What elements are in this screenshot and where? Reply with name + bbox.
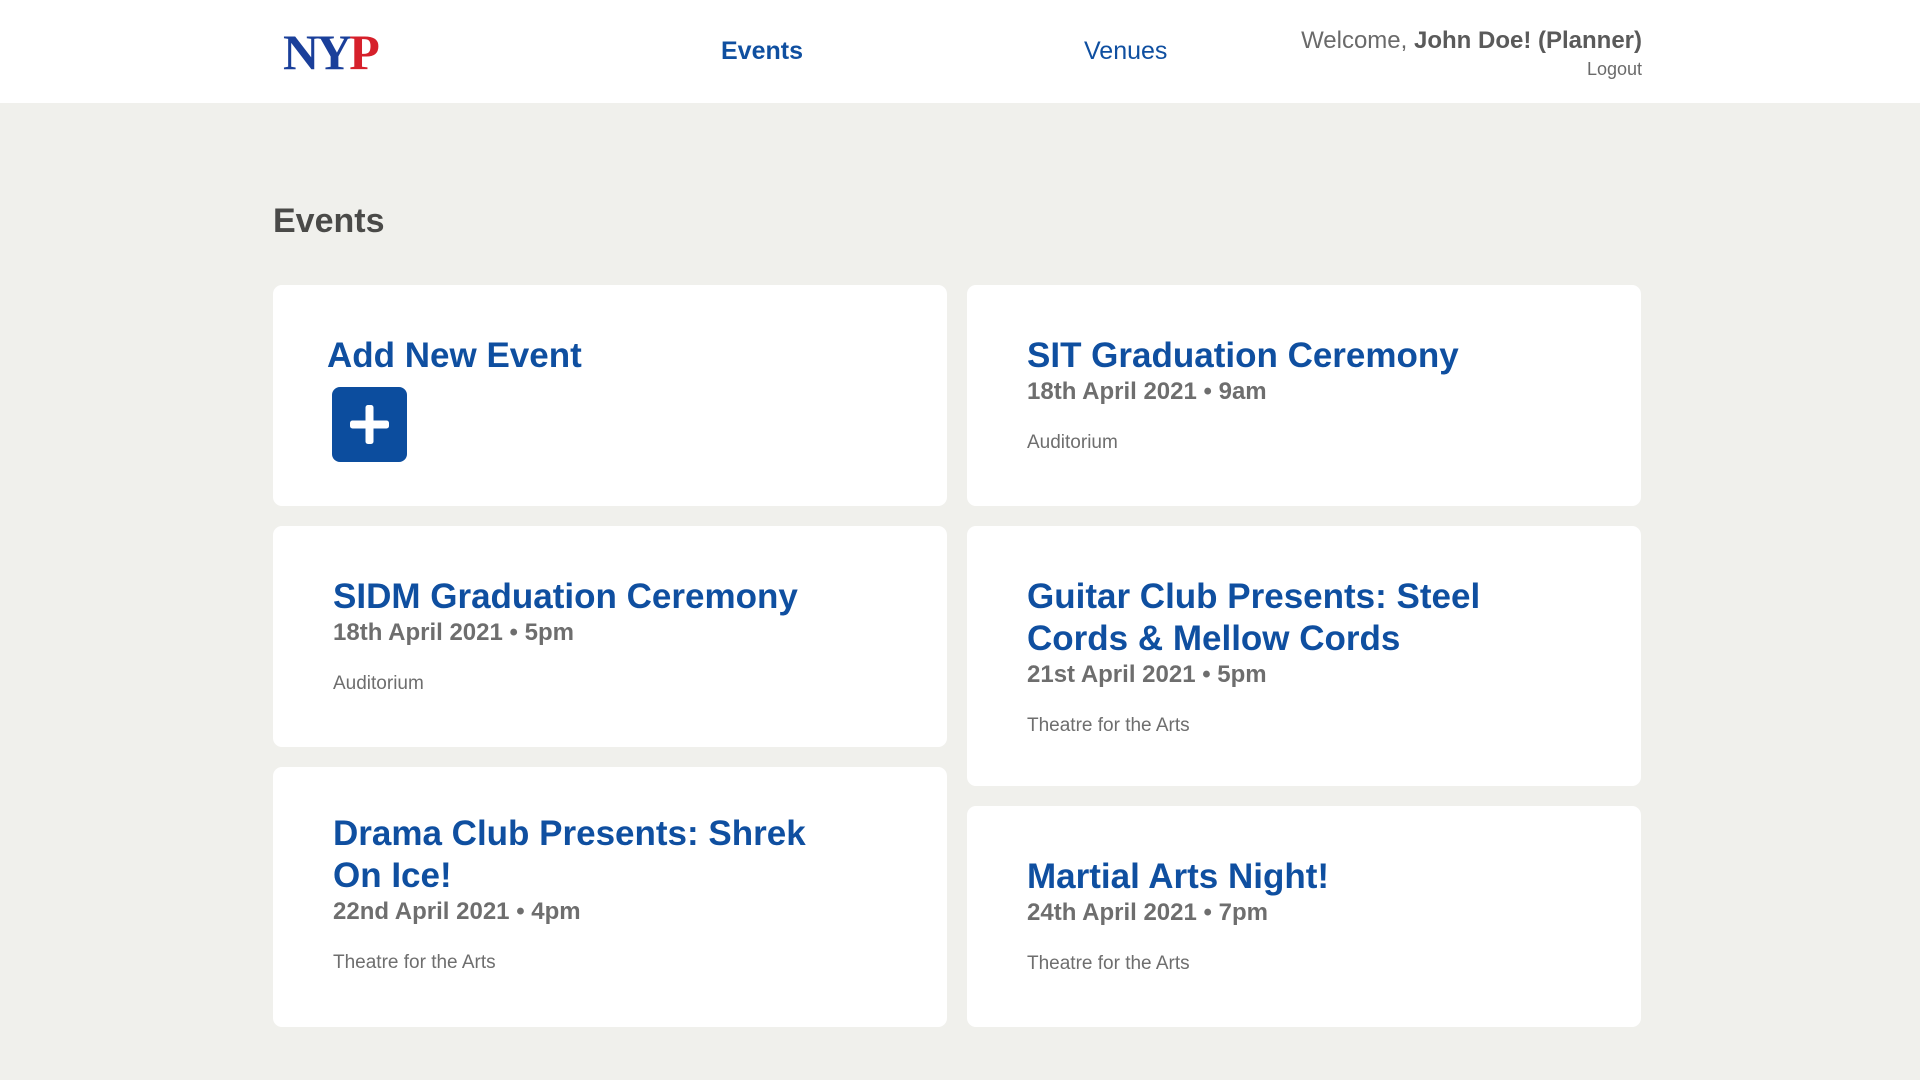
event-card-body: SIDM Graduation Ceremony 18th April 2021…	[333, 576, 798, 696]
top-navigation-bar: NY P Events Venues Welcome, John Doe! (Pl…	[0, 0, 1920, 103]
event-card[interactable]: Martial Arts Night! 24th April 2021 • 7p…	[967, 806, 1641, 1027]
event-card-body: SIT Graduation Ceremony 18th April 2021 …	[1027, 335, 1459, 455]
event-datetime: 21st April 2021 • 5pm	[1027, 661, 1267, 688]
welcome-message: Welcome, John Doe! (Planner)	[1301, 26, 1642, 56]
event-datetime: 18th April 2021 • 9am	[1027, 378, 1267, 405]
event-title[interactable]: Guitar Club Presents: Steel Cords & Mell…	[1027, 576, 1547, 660]
event-card-body: Drama Club Presents: Shrek On Ice! 22nd …	[333, 813, 853, 975]
event-venue: Auditorium	[1027, 432, 1118, 453]
logo-ny-letters: NY	[283, 24, 352, 80]
event-datetime: 18th April 2021 • 5pm	[333, 619, 574, 646]
welcome-prefix: Welcome,	[1301, 27, 1414, 54]
logout-link[interactable]: Logout	[1301, 58, 1642, 80]
event-card[interactable]: Drama Club Presents: Shrek On Ice! 22nd …	[273, 767, 947, 1027]
event-title[interactable]: SIDM Graduation Ceremony	[333, 576, 798, 618]
logo-p-letter: P	[349, 24, 379, 80]
event-datetime: 24th April 2021 • 7pm	[1027, 899, 1268, 926]
add-event-title[interactable]: Add New Event	[327, 335, 582, 377]
event-venue: Auditorium	[333, 673, 424, 694]
nyp-logo[interactable]: NY P	[283, 24, 380, 80]
event-title[interactable]: Martial Arts Night!	[1027, 856, 1329, 898]
plus-icon	[350, 405, 389, 444]
nav-events-link[interactable]: Events	[721, 36, 803, 66]
nav-venues-link[interactable]: Venues	[1084, 36, 1167, 66]
event-card[interactable]: SIDM Graduation Ceremony 18th April 2021…	[273, 526, 947, 747]
event-venue: Theatre for the Arts	[1027, 953, 1190, 974]
event-title[interactable]: Drama Club Presents: Shrek On Ice!	[333, 813, 853, 897]
add-event-card[interactable]: Add New Event	[273, 285, 947, 506]
event-card[interactable]: Guitar Club Presents: Steel Cords & Mell…	[967, 526, 1641, 786]
page-title: Events	[273, 202, 385, 240]
event-title[interactable]: SIT Graduation Ceremony	[1027, 335, 1459, 377]
event-datetime: 22nd April 2021 • 4pm	[333, 898, 581, 925]
event-venue: Theatre for the Arts	[1027, 715, 1190, 736]
user-name: John Doe! (Planner)	[1413, 27, 1642, 54]
event-card[interactable]: SIT Graduation Ceremony 18th April 2021 …	[967, 285, 1641, 506]
event-venue: Theatre for the Arts	[333, 952, 496, 973]
event-card-body: Martial Arts Night! 24th April 2021 • 7p…	[1027, 856, 1329, 976]
event-card-body: Guitar Club Presents: Steel Cords & Mell…	[1027, 576, 1547, 738]
user-welcome: Welcome, John Doe! (Planner) Logout	[1301, 26, 1642, 80]
add-event-button[interactable]	[332, 387, 407, 462]
